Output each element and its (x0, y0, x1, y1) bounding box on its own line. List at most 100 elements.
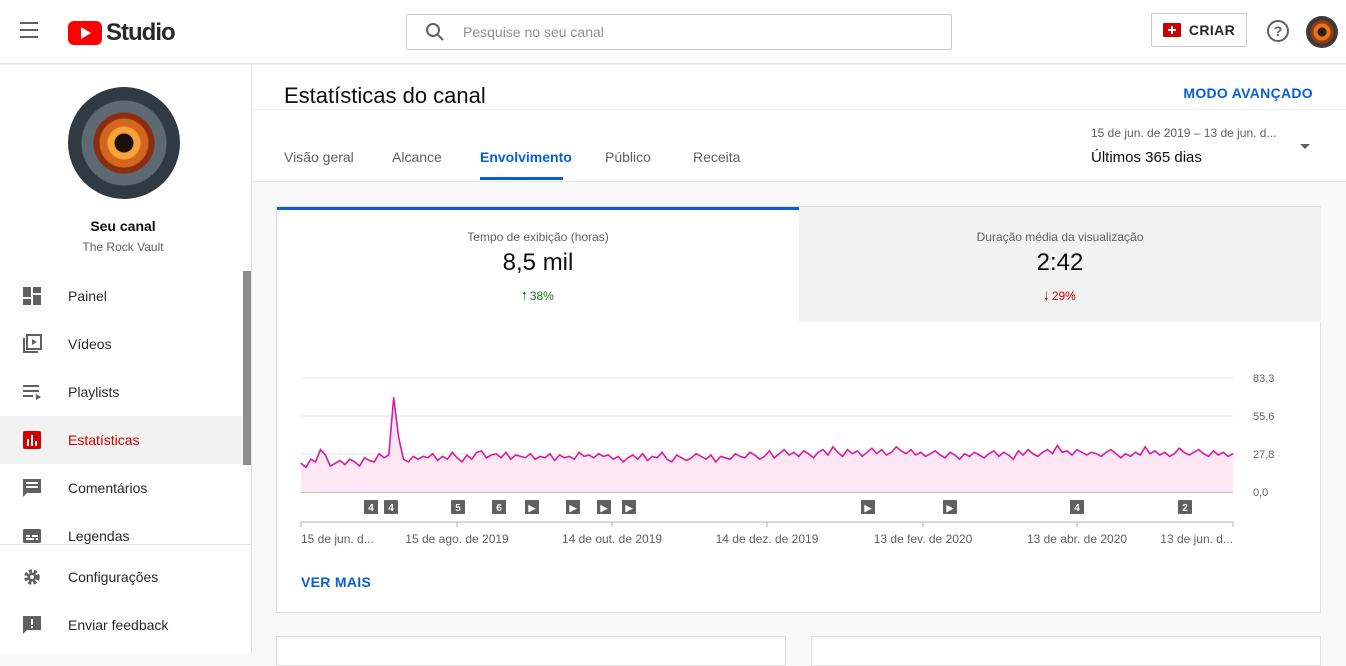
advanced-mode-link[interactable]: MODO AVANÇADO (1183, 85, 1313, 101)
data-point (1042, 451, 1044, 453)
data-point (802, 450, 805, 452)
data-point (973, 451, 975, 453)
dashboard-icon (23, 287, 41, 305)
data-point (446, 458, 448, 460)
data-point (900, 450, 902, 452)
tab-audience[interactable]: Público (605, 149, 651, 165)
data-point (798, 455, 800, 458)
tab-engagement[interactable]: Envolvimento (480, 149, 572, 165)
data-point (1095, 453, 1097, 455)
data-point (549, 453, 551, 455)
chevron-down-icon[interactable] (1300, 144, 1310, 149)
data-point (651, 455, 653, 458)
sidebar-item-videos[interactable]: Vídeos (0, 320, 251, 368)
page-title: Estatísticas do canal (284, 83, 486, 108)
data-point (441, 455, 444, 458)
tab-revenue[interactable]: Receita (693, 149, 740, 165)
data-point (402, 458, 405, 460)
data-point (1144, 446, 1146, 448)
data-point (432, 453, 434, 455)
data-point (837, 451, 839, 453)
data-point (754, 454, 756, 456)
data-point (851, 453, 853, 455)
data-point (968, 455, 971, 458)
data-point (519, 455, 522, 458)
sidebar-item-settings[interactable]: Configurações (0, 553, 251, 601)
sidebar-item-comments[interactable]: Comentários (0, 464, 251, 512)
data-point (1149, 453, 1151, 455)
data-point (876, 453, 878, 455)
data-point (788, 454, 790, 456)
data-point (1115, 453, 1117, 455)
sidebar-item-playlists[interactable]: Playlists (0, 368, 251, 416)
comments-icon (23, 479, 41, 497)
sidebar-item-feedback[interactable]: Enviar feedback (0, 601, 251, 649)
y-tick-label: 83,3 (1253, 373, 1274, 385)
data-point (866, 451, 868, 453)
data-point (832, 446, 834, 448)
channel-avatar[interactable] (68, 87, 180, 199)
data-point (1159, 454, 1161, 456)
data-point (515, 454, 517, 456)
data-point (568, 455, 570, 458)
data-point (607, 454, 610, 456)
sidebar-item-label: Configurações (68, 569, 159, 585)
create-button[interactable]: CRIAR (1151, 13, 1247, 47)
data-point (744, 457, 746, 459)
data-point (573, 458, 575, 460)
data-point (1154, 450, 1156, 452)
help-icon[interactable]: ? (1267, 20, 1289, 42)
see-more-link[interactable]: VER MAIS (301, 574, 371, 590)
search-box[interactable] (406, 14, 952, 50)
data-point (822, 448, 824, 451)
data-point (388, 454, 390, 456)
search-icon[interactable] (425, 22, 445, 42)
data-point (598, 453, 600, 455)
search-input[interactable] (463, 24, 903, 40)
sidebar-scrollbar[interactable] (243, 271, 251, 465)
data-point (734, 453, 736, 455)
data-point (588, 454, 590, 456)
sidebar-item-dashboard[interactable]: Painel (0, 272, 251, 320)
data-point (637, 458, 639, 460)
data-point (1168, 455, 1171, 458)
tab-overview[interactable]: Visão geral (284, 149, 354, 165)
tab-reach[interactable]: Alcance (392, 149, 442, 165)
data-point (1037, 455, 1039, 458)
data-point (354, 461, 356, 463)
analytics-icon (23, 431, 41, 449)
data-point (1007, 454, 1010, 456)
data-point (988, 453, 990, 455)
data-point (1071, 454, 1073, 456)
data-point (749, 451, 751, 453)
data-point (358, 465, 361, 467)
date-range-dates[interactable]: 15 de jun. de 2019 – 13 de jun. d... (1091, 126, 1276, 140)
data-point (339, 459, 341, 462)
data-point (690, 457, 692, 459)
sidebar-item-analytics[interactable]: Estatísticas (0, 416, 251, 464)
data-point (895, 446, 897, 448)
data-point (773, 457, 775, 459)
menu-icon[interactable] (20, 22, 44, 42)
data-point (1051, 453, 1054, 455)
annotation-marker-label: ▶ (600, 503, 609, 513)
data-point (534, 458, 536, 460)
data-point (768, 450, 771, 452)
data-point (661, 451, 663, 453)
date-range-selector[interactable]: Últimos 365 dias (1091, 149, 1202, 166)
sidebar-item-label: Enviar feedback (68, 617, 169, 633)
y-tick-label: 55,6 (1253, 411, 1274, 423)
data-point (544, 457, 546, 459)
data-point (1173, 453, 1176, 455)
data-point (427, 457, 429, 459)
data-point (934, 450, 936, 452)
watch-time-chart[interactable]: 83,3 55,6 27,8 0,0 4 4 5 6 ▶ ▶ ▶ ▶ ▶ ▶ 4 2 15 de jun. d.… (277, 207, 1322, 557)
data-point (378, 453, 380, 455)
data-point (324, 454, 326, 456)
series-area (301, 397, 1233, 492)
studio-logo[interactable]: Studio (68, 19, 176, 47)
account-avatar[interactable] (1306, 16, 1338, 48)
data-point (1227, 455, 1229, 458)
data-point (993, 450, 995, 452)
data-point (310, 458, 312, 460)
